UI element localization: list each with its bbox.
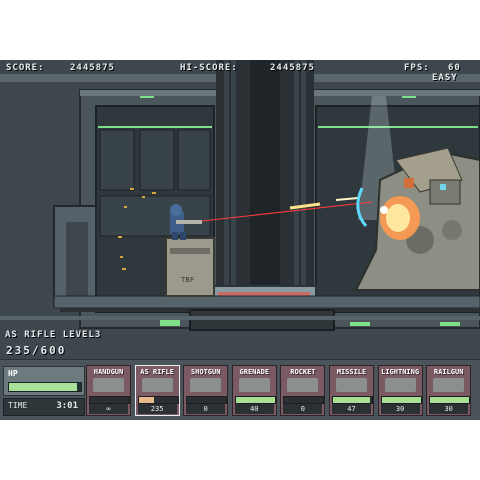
weapon-icon	[384, 378, 416, 392]
hp-bar	[8, 382, 82, 392]
weapon-icon	[190, 378, 222, 392]
weapon-name: GRENADE	[239, 368, 270, 376]
time-label: TIME	[8, 401, 28, 410]
weapon-icon	[287, 378, 319, 392]
weapon-ammo-bar	[186, 396, 228, 404]
weapon-slot-as-rifle[interactable]: AS RIFLE 235	[134, 365, 180, 416]
weapon-ammo-bar	[380, 396, 422, 404]
weapon-icon	[93, 378, 124, 392]
weapon-icon	[141, 378, 173, 392]
weapon-icon	[336, 378, 367, 392]
weapon-ammo-count: 40	[234, 404, 274, 414]
weapon-ammo-count: 30	[429, 404, 469, 414]
weapon-name: RAILGUN	[433, 368, 464, 376]
weapon-ammo-bar	[137, 396, 179, 404]
weapon-slot-grenade[interactable]: GRENADE 40	[231, 365, 277, 416]
weapon-name: AS RIFLE	[140, 368, 174, 376]
weapon-ammo-fill	[430, 397, 470, 403]
weapon-slot-lightning[interactable]: LIGHTNING 30	[377, 365, 423, 416]
weapon-icon	[238, 378, 270, 392]
weapon-status: AS RIFLE LEVEL3	[5, 330, 102, 340]
ammo-readout: 235/600	[6, 344, 67, 357]
weapon-ammo-count: 235	[137, 404, 177, 414]
fps-label: FPS:	[404, 63, 430, 73]
weapon-slot-shotgun[interactable]: SHOTGUN 0	[183, 365, 229, 416]
weapon-icon	[433, 378, 465, 392]
weapon-name: LIGHTNING	[381, 368, 420, 376]
weapon-ammo-count: 0	[186, 404, 226, 414]
weapon-slot-handgun[interactable]: HANDGUN ∞	[86, 365, 131, 416]
hiscore-label: HI-SCORE:	[180, 63, 238, 73]
weapon-ammo-count: 47	[332, 404, 371, 414]
weapon-ammo-fill	[138, 397, 154, 403]
weapon-slot-rocket[interactable]: ROCKET 0	[280, 365, 326, 416]
score-label: SCORE:	[6, 63, 45, 73]
weapon-ammo-bar	[429, 396, 471, 404]
hp-fill	[9, 383, 78, 391]
hp-box: HP	[3, 366, 85, 396]
weapon-slot-missile[interactable]: MISSILE 47	[329, 365, 374, 416]
weapon-ammo-fill	[235, 397, 275, 403]
weapon-ammo-count: 30	[380, 404, 420, 414]
weapon-name: SHOTGUN	[190, 368, 221, 376]
time-box: TIME 3:01	[3, 398, 85, 416]
weapon-name: HANDGUN	[93, 368, 124, 376]
weapon-ammo-bar	[332, 396, 373, 404]
hp-label: HP	[8, 369, 18, 378]
weapon-ammo-bar	[234, 396, 276, 404]
weapon-ammo-fill	[333, 397, 371, 403]
time-value: 3:01	[56, 401, 78, 411]
weapon-ammo-count: 0	[283, 404, 323, 414]
weapon-ammo-fill	[381, 397, 421, 403]
game-viewport[interactable]: TBF SCORE: 2445875 HI-SCORE: 2445875 FPS…	[0, 60, 480, 420]
weapon-slot-railgun[interactable]: RAILGUN 30	[426, 365, 472, 416]
weapon-ammo-count: ∞	[89, 404, 128, 414]
weapon-ammo-bar	[283, 396, 325, 404]
score-value: 2445875	[70, 63, 115, 73]
weapon-name: ROCKET	[290, 368, 316, 376]
fps-value: 60	[448, 63, 461, 73]
weapon-ammo-bar	[89, 396, 130, 404]
hiscore-value: 2445875	[270, 63, 315, 73]
crate-label: TBF	[180, 276, 194, 284]
difficulty-label: EASY	[432, 73, 458, 83]
weapon-name: MISSILE	[336, 368, 367, 376]
